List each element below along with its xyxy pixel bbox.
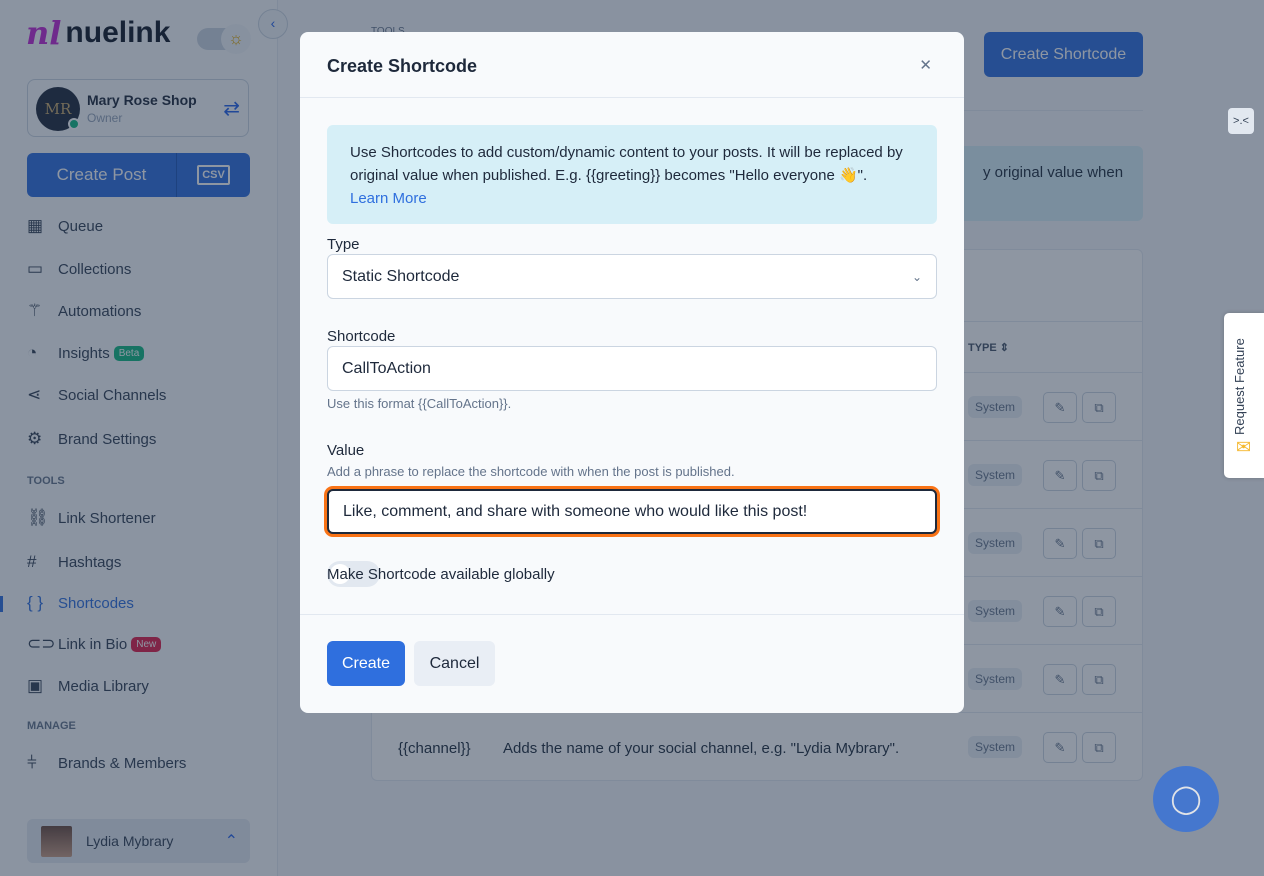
modal-title: Create Shortcode	[327, 56, 478, 76]
cancel-button[interactable]: Cancel	[414, 641, 495, 686]
chevron-down-icon: ⌄	[911, 269, 922, 284]
type-select[interactable]: Static Shortcode ⌄	[327, 254, 937, 299]
value-label: Value	[327, 442, 365, 459]
shortcode-label: Shortcode	[327, 328, 396, 345]
envelope-icon: ✉	[1236, 437, 1252, 457]
chat-button[interactable]: ◯	[1153, 766, 1219, 832]
shortcode-input[interactable]: CallToAction	[327, 346, 937, 391]
global-label: Make Shortcode available globally	[327, 566, 555, 583]
chat-bubble-icon: ◯	[1170, 783, 1202, 814]
create-shortcode-modal: Create Shortcode ✕ Use Shortcodes to add …	[300, 32, 964, 713]
value-hint: Add a phrase to replace the shortcode wi…	[327, 464, 735, 479]
request-feature-tab[interactable]: Request Feature ✉	[1224, 313, 1264, 478]
type-label: Type	[327, 236, 360, 253]
value-textarea[interactable]: Like, comment, and share with someone wh…	[327, 489, 937, 534]
info-box: Use Shortcodes to add custom/dynamic con…	[327, 125, 937, 224]
footer-divider	[300, 614, 964, 615]
create-button[interactable]: Create	[327, 641, 405, 686]
close-icon[interactable]: ✕	[919, 56, 932, 74]
shortcode-hint: Use this format {{CallToAction}}.	[327, 396, 512, 411]
learn-more-link[interactable]: Learn More	[350, 190, 427, 207]
dev-tools-icon[interactable]: >.<	[1228, 108, 1254, 134]
